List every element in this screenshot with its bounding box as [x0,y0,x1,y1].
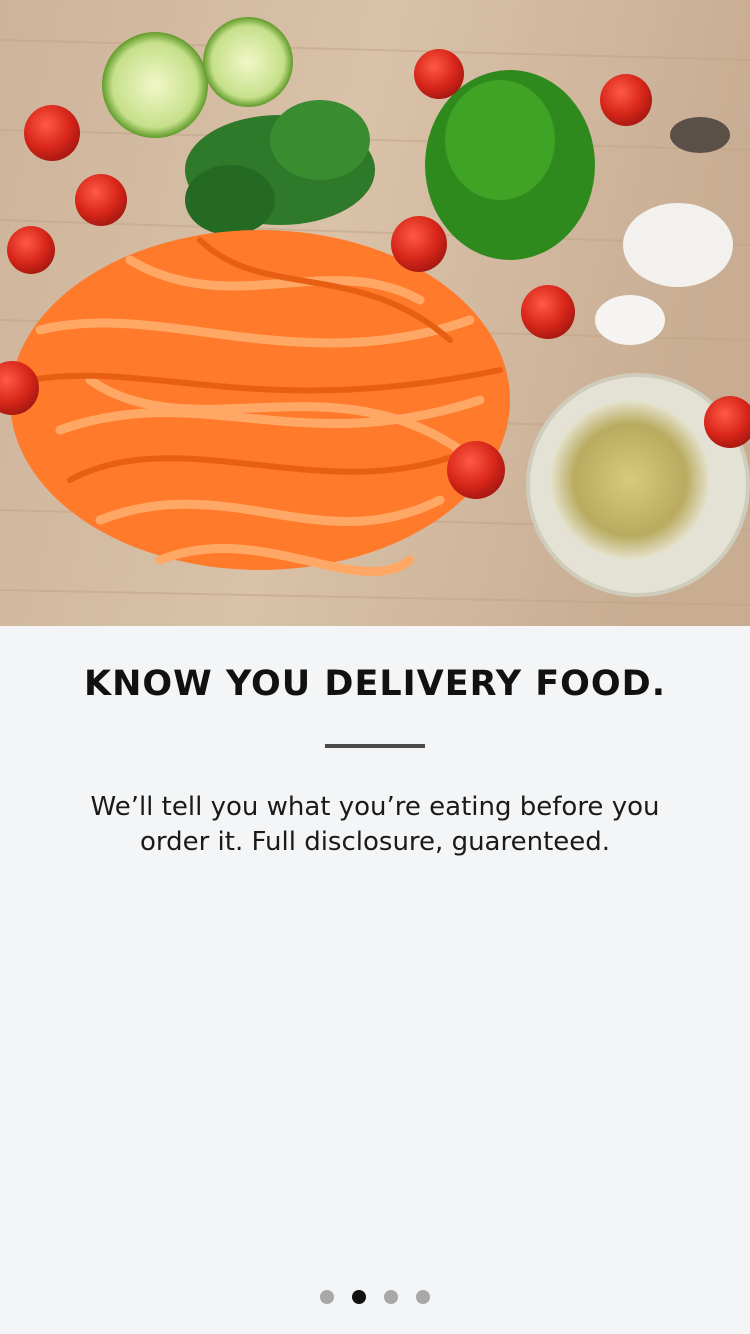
page-description: We’ll tell you what you’re eating before… [90,792,660,857]
page-dot-1[interactable] [320,1290,334,1304]
title-divider [325,744,425,748]
page-title: KNOW YOU DELIVERY FOOD. [83,664,667,704]
hero-image [0,0,750,626]
page-indicator [0,1290,750,1304]
page-dot-4[interactable] [416,1290,430,1304]
page-dot-2[interactable] [352,1290,366,1304]
page-dot-3[interactable] [384,1290,398,1304]
onboarding-screen: KNOW YOU DELIVERY FOOD. We’ll tell you w… [0,0,750,1334]
